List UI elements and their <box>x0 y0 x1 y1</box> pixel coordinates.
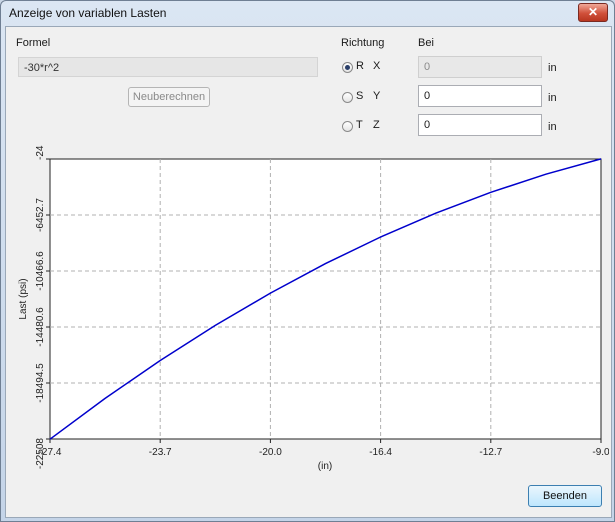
z-unit-label: in <box>548 121 557 133</box>
x-unit-label: in <box>548 62 557 74</box>
y-tick-label: -10466.6 <box>35 251 46 291</box>
axis-z-label: Z <box>373 119 380 131</box>
y-tick-label: -2438.8 <box>35 145 46 160</box>
radio-direction-s-label: S <box>356 90 364 102</box>
direction-label: Richtung <box>341 37 385 49</box>
window-title: Anzeige von variablen Lasten <box>9 6 167 20</box>
y-tick-label: -6452.7 <box>35 198 46 232</box>
close-icon[interactable]: ✕ <box>578 3 608 22</box>
axis-y-label: Y <box>373 90 381 102</box>
radio-direction-t[interactable] <box>342 121 353 132</box>
x-tick-label: -16.4 <box>369 447 392 458</box>
y-tick-label: -18494.5 <box>35 363 46 403</box>
plot-area <box>49 158 602 440</box>
x-tick-label: -23.7 <box>149 447 172 458</box>
formula-label: Formel <box>16 37 51 49</box>
at-label: Bei <box>418 37 434 49</box>
x-axis-label: (in) <box>318 461 332 472</box>
radio-direction-t-label: T <box>356 119 363 131</box>
y-tick-labels: -2438.8 -6452.7 -10466.6 -14480.6 -18494.5 -2… <box>35 145 46 469</box>
y-axis-label: Last (psi) <box>18 278 29 319</box>
y-value-field[interactable]: 0 <box>418 85 542 107</box>
formula-field: -30*r^2 <box>18 57 318 77</box>
y-unit-label: in <box>548 92 557 104</box>
x-value-field[interactable]: 0 <box>418 56 542 78</box>
x-tick-label: -20.0 <box>259 447 282 458</box>
y-tick-label: -22508 <box>35 438 46 470</box>
recalculate-button[interactable]: Neuberechnen <box>128 87 210 107</box>
radio-direction-r[interactable] <box>342 62 353 73</box>
close-button[interactable]: Beenden <box>528 485 602 507</box>
z-value-field[interactable]: 0 <box>418 114 542 136</box>
radio-direction-r-label: R <box>356 60 364 72</box>
x-tick-label: -12.7 <box>479 447 502 458</box>
x-tick-labels: -27.4 -23.7 -20.0 -16.4 -12.7 -9.0 <box>39 447 609 458</box>
axis-x-label: X <box>373 60 381 72</box>
load-chart: -27.4-23.7-20.0-16.4-12.7-9.0 -2438.8-64… <box>18 145 609 472</box>
dialog-window: Anzeige von variablen Lasten ✕ Formel -3… <box>0 0 615 522</box>
x-tick-label: -9.0 <box>592 447 609 458</box>
title-bar[interactable]: Anzeige von variablen Lasten ✕ <box>1 1 614 25</box>
dialog-body: Formel -30*r^2 Neuberechnen Richtung Bei… <box>5 26 612 518</box>
radio-direction-s[interactable] <box>342 92 353 103</box>
y-tick-label: -14480.6 <box>35 307 46 347</box>
